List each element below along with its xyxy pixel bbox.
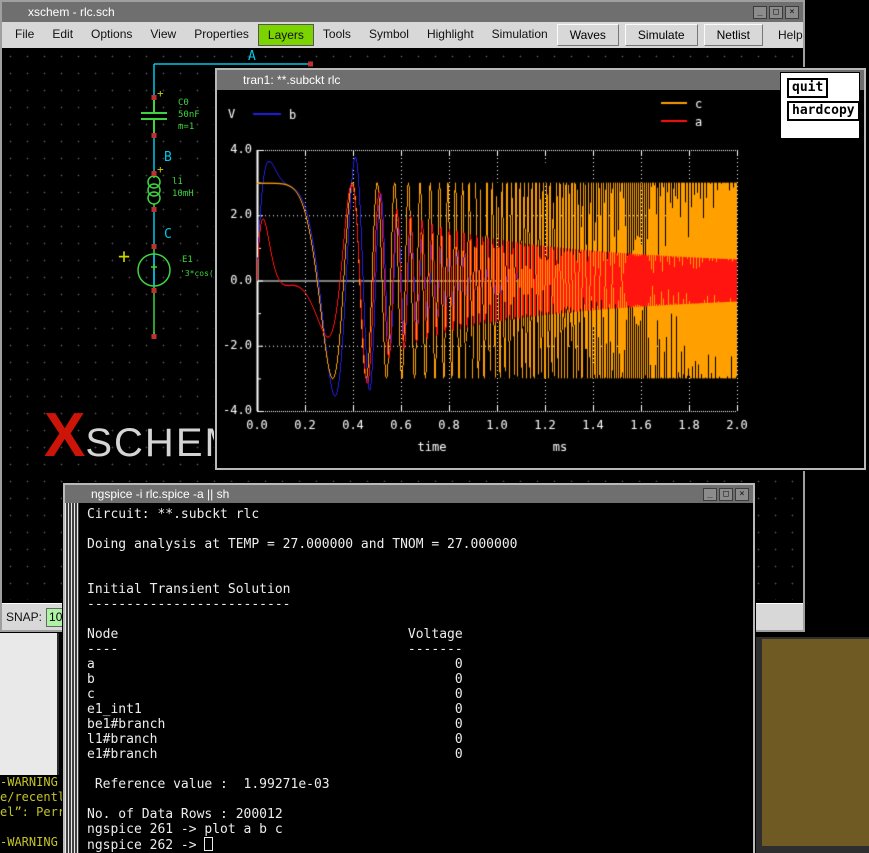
terminal-prompt: ngspice 262 -> bbox=[87, 837, 753, 853]
svg-text:50nF: 50nF bbox=[178, 110, 200, 120]
terminal-line: Circuit: **.subckt rlc bbox=[87, 507, 753, 522]
terminal-line: ngspice 261 -> plot a b c bbox=[87, 822, 753, 837]
xschem-titlebar[interactable]: xschem - rlc.sch _ □ × bbox=[2, 2, 803, 22]
terminal-line: No. of Data Rows : 200012 bbox=[87, 807, 753, 822]
terminal-line bbox=[87, 792, 753, 807]
desktop: -WARNINGe/recentlyel”: Perr -WARNING xsc… bbox=[0, 0, 869, 853]
close-icon[interactable]: × bbox=[735, 488, 749, 501]
background-terminal-warnings: -WARNINGe/recentlyel”: Perr -WARNING bbox=[0, 775, 62, 853]
waveform-plot[interactable] bbox=[217, 90, 864, 468]
menu-item-file[interactable]: File bbox=[6, 24, 43, 46]
menu-item-help[interactable]: Help bbox=[769, 25, 812, 45]
terminal-titlebar[interactable]: ngspice -i rlc.spice -a || sh _ □ × bbox=[65, 485, 753, 503]
node-label-b: B bbox=[164, 150, 172, 165]
waveform-titlebar[interactable]: tran1: **.subckt rlc _ □ × bbox=[217, 70, 864, 90]
terminal-line: Node Voltage bbox=[87, 627, 753, 642]
terminal-line: be1#branch 0 bbox=[87, 717, 753, 732]
menu-item-edit[interactable]: Edit bbox=[43, 24, 82, 46]
maximize-icon[interactable]: □ bbox=[719, 488, 733, 501]
terminal-output[interactable]: Circuit: **.subckt rlc Doing analysis at… bbox=[79, 503, 753, 853]
warning-line: -WARNING bbox=[0, 835, 62, 850]
terminal-line: Doing analysis at TEMP = 27.000000 and T… bbox=[87, 537, 753, 552]
terminal-line bbox=[87, 567, 753, 582]
svg-text:m=1: m=1 bbox=[178, 122, 194, 132]
svg-text:+: + bbox=[157, 87, 164, 100]
xschem-window-title: xschem - rlc.sch bbox=[6, 5, 753, 19]
terminal-line bbox=[87, 552, 753, 567]
menu-item-simulation[interactable]: Simulation bbox=[483, 24, 557, 46]
menu-item-options[interactable]: Options bbox=[82, 24, 141, 46]
terminal-line bbox=[87, 612, 753, 627]
terminal-cursor bbox=[204, 837, 213, 851]
snap-label: SNAP: bbox=[6, 610, 42, 624]
xschem-window-controls: _ □ × bbox=[753, 6, 799, 19]
background-white-panel bbox=[0, 632, 59, 775]
hardcopy-button[interactable]: hardcopy bbox=[787, 101, 860, 121]
terminal-line: -------------------------- bbox=[87, 597, 753, 612]
waveform-window: tran1: **.subckt rlc _ □ × quit hardcopy bbox=[215, 68, 866, 470]
terminal-line: a 0 bbox=[87, 657, 753, 672]
svg-text:+: + bbox=[118, 244, 130, 268]
quit-button[interactable]: quit bbox=[787, 78, 828, 98]
svg-text:+: + bbox=[157, 163, 164, 176]
waveform-window-title: tran1: **.subckt rlc bbox=[221, 73, 814, 87]
xschem-menubar: FileEditOptionsViewPropertiesLayersTools… bbox=[2, 22, 803, 49]
warning-line: -WARNING bbox=[0, 775, 62, 790]
warning-line bbox=[0, 820, 62, 835]
menu-item-layers[interactable]: Layers bbox=[258, 24, 314, 46]
menu-item-view[interactable]: View bbox=[141, 24, 185, 46]
menu-item-highlight[interactable]: Highlight bbox=[418, 24, 483, 46]
close-icon[interactable]: × bbox=[785, 6, 799, 19]
inductor-symbol[interactable] bbox=[148, 174, 160, 210]
node-label-c: C bbox=[164, 227, 172, 242]
terminal-line: e1_int1 0 bbox=[87, 702, 753, 717]
background-window bbox=[755, 637, 869, 853]
terminal-line: Reference value : 1.99271e-03 bbox=[87, 777, 753, 792]
terminal-line: ---- ------- bbox=[87, 642, 753, 657]
terminal-scrollbar[interactable] bbox=[65, 503, 79, 853]
node-label-a: A bbox=[248, 49, 256, 64]
terminal-line: l1#branch 0 bbox=[87, 732, 753, 747]
capacitor-symbol[interactable] bbox=[141, 98, 167, 135]
svg-text:E1: E1 bbox=[182, 255, 193, 265]
maximize-icon[interactable]: □ bbox=[769, 6, 783, 19]
minimize-icon[interactable]: _ bbox=[753, 6, 767, 19]
simulate-button[interactable]: Simulate bbox=[625, 24, 698, 46]
ngspice-terminal-window: ngspice -i rlc.spice -a || sh _ □ × Circ… bbox=[63, 483, 755, 853]
svg-text:10mH: 10mH bbox=[172, 189, 194, 199]
terminal-line bbox=[87, 762, 753, 777]
plot-control-panel: quit hardcopy bbox=[780, 72, 860, 139]
warning-line: e/recently bbox=[0, 790, 62, 805]
terminal-line: Initial Transient Solution bbox=[87, 582, 753, 597]
menu-item-properties[interactable]: Properties bbox=[185, 24, 258, 46]
menu-item-symbol[interactable]: Symbol bbox=[360, 24, 418, 46]
netlist-button[interactable]: Netlist bbox=[704, 24, 763, 46]
waves-button[interactable]: Waves bbox=[557, 24, 619, 46]
minimize-icon[interactable]: _ bbox=[703, 488, 717, 501]
svg-text:C0: C0 bbox=[178, 98, 189, 108]
terminal-line bbox=[87, 522, 753, 537]
terminal-line: e1#branch 0 bbox=[87, 747, 753, 762]
terminal-line: c 0 bbox=[87, 687, 753, 702]
warning-line: el”: Perr bbox=[0, 805, 62, 820]
svg-text:l1: l1 bbox=[172, 177, 183, 187]
terminal-window-title: ngspice -i rlc.spice -a || sh bbox=[69, 487, 703, 501]
terminal-line: b 0 bbox=[87, 672, 753, 687]
menu-item-tools[interactable]: Tools bbox=[314, 24, 360, 46]
